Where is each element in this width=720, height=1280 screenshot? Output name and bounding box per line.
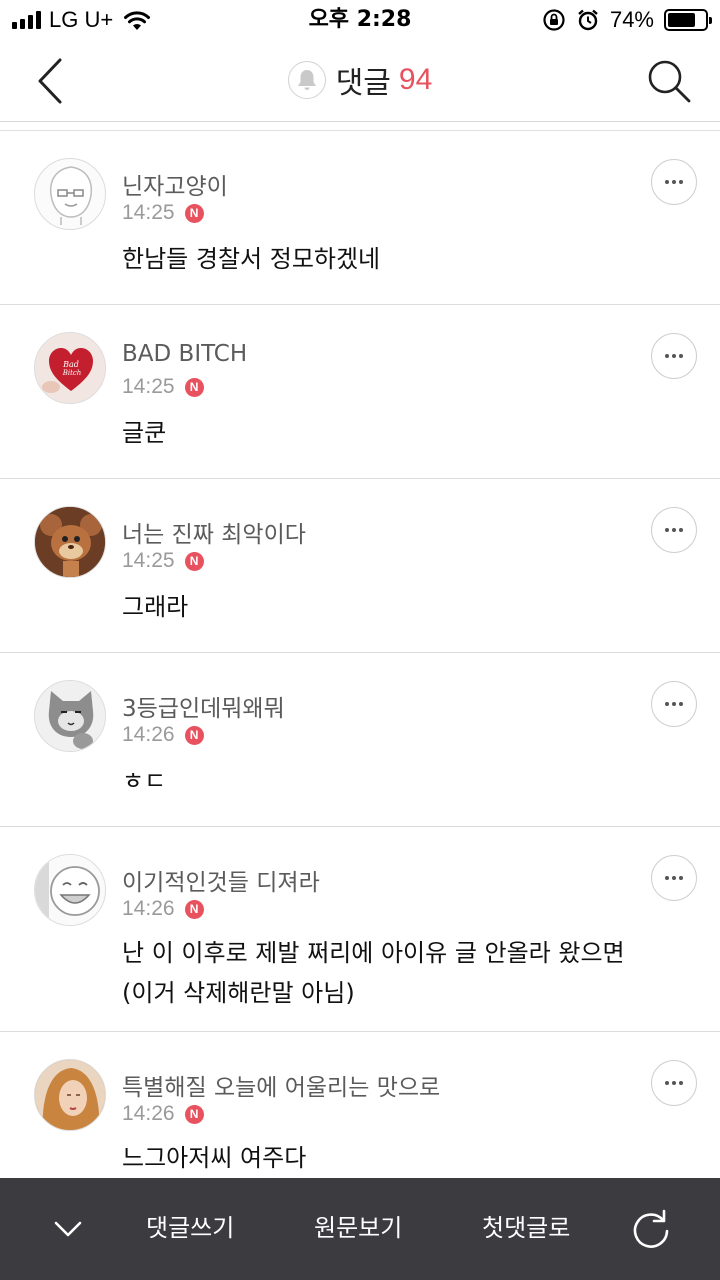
comment-meta: 14:26 N [122, 1102, 204, 1126]
comment-meta: 14:26 N [122, 723, 204, 747]
comment-meta: 14:25 N [122, 201, 204, 225]
comment-nickname[interactable]: 닌자고양이 [122, 167, 228, 201]
header-title-group: 댓글 94 [0, 58, 720, 102]
more-options-icon[interactable] [651, 507, 697, 553]
avatar[interactable] [34, 680, 106, 752]
comment-nickname[interactable]: 너는 진짜 최악이다 [122, 515, 306, 549]
comment-item: 3등급인데뭐왜뭐 14:26 N ㅎㄷ [0, 653, 720, 827]
search-icon[interactable] [646, 58, 692, 104]
notification-toggle[interactable] [287, 61, 326, 99]
heart-avatar-icon: Bad Bitch [35, 333, 105, 403]
comment-time: 14:25 [122, 549, 175, 572]
comment-meta: 14:26 N [122, 897, 204, 921]
comment-text: 글쿤 [122, 419, 167, 447]
battery-icon [664, 9, 712, 31]
more-options-icon[interactable] [651, 159, 697, 205]
bell-icon [297, 70, 316, 90]
comment-item: 특별해질 오늘에 어울리는 맛으로 14:26 N 느그아저씨 여주다 [0, 1032, 720, 1192]
status-bar: LG U+ 오후 2:28 74% [0, 0, 720, 40]
battery-level-fill [668, 13, 695, 27]
cartoon-mouse-avatar-icon [35, 507, 105, 577]
svg-text:Bitch: Bitch [62, 369, 82, 377]
comment-text: 느그아저씨 여주다 [122, 1144, 307, 1172]
avatar[interactable] [34, 158, 106, 230]
comment-time: 14:25 [122, 375, 175, 398]
comment-meta: 14:25 N [122, 549, 204, 573]
avatar[interactable] [34, 854, 106, 926]
comment-time: 14:26 [122, 723, 175, 746]
page-title: 댓글 [335, 66, 391, 101]
grey-cat-avatar-icon [35, 681, 105, 751]
more-options-icon[interactable] [651, 1060, 697, 1106]
comment-text-line: (이거 삭제해란말 아님) [122, 979, 355, 1007]
comment-text: 난 이 이후로 제발 쩌리에 아이유 글 안올라 왔으면 (이거 삭제해란말 아… [122, 933, 682, 1013]
avatar[interactable] [34, 506, 106, 578]
svg-text:Bad: Bad [62, 360, 79, 369]
new-badge: N [184, 203, 204, 223]
new-badge: N [184, 1104, 204, 1124]
new-badge: N [184, 725, 204, 745]
comment-nickname[interactable]: 3등급인데뭐왜뭐 [122, 689, 285, 723]
comment-text: 그래라 [122, 593, 189, 621]
comment-item: Bad Bitch BAD BITCH 14:25 N 글쿤 [0, 305, 720, 479]
comment-count: 94 [398, 63, 433, 96]
comments-header: 댓글 94 [0, 40, 720, 122]
comment-list: 닌자고양이 14:25 N 한남들 경찰서 정모하겠네 Bad Bitch BA… [0, 131, 720, 1192]
laughing-face-avatar-icon [35, 855, 105, 925]
more-options-icon[interactable] [651, 333, 697, 379]
comment-time: 14:26 [122, 1102, 175, 1125]
comment-nickname[interactable]: 특별해질 오늘에 어울리는 맛으로 [122, 1068, 440, 1102]
first-comment-button[interactable]: 첫댓글로 [482, 1208, 570, 1248]
comment-item: 이기적인것들 디져라 14:26 N 난 이 이후로 제발 쩌리에 아이유 글 … [0, 827, 720, 1032]
new-badge: N [184, 899, 204, 919]
peach-character-avatar-icon [49, 166, 93, 225]
bottom-toolbar: 댓글쓰기 원문보기 첫댓글로 [0, 1178, 720, 1280]
battery-percent: 74% [609, 7, 654, 32]
refresh-icon[interactable] [630, 1208, 672, 1250]
comment-nickname[interactable]: BAD BITCH [122, 341, 247, 367]
comment-time: 14:25 [122, 201, 175, 224]
alarm-icon [578, 9, 598, 31]
comment-item: 닌자고양이 14:25 N 한남들 경찰서 정모하겠네 [0, 131, 720, 305]
comment-item: 너는 진짜 최악이다 14:25 N 그래라 [0, 479, 720, 653]
status-right: 74% [542, 6, 712, 34]
chevron-down-icon[interactable] [52, 1214, 84, 1244]
more-options-icon[interactable] [651, 681, 697, 727]
comment-text-line: 난 이 이후로 제발 쩌리에 아이유 글 안올라 왔으면 [122, 939, 625, 967]
more-options-icon[interactable] [651, 855, 697, 901]
comment-nickname[interactable]: 이기적인것들 디져라 [122, 863, 320, 897]
avatar[interactable]: Bad Bitch [34, 332, 106, 404]
new-badge: N [184, 551, 204, 571]
new-badge: N [184, 377, 204, 397]
rotation-lock-icon [543, 9, 565, 31]
view-original-button[interactable]: 원문보기 [314, 1208, 402, 1248]
portrait-avatar-icon [35, 1060, 105, 1130]
avatar[interactable] [34, 1059, 106, 1131]
comment-text: ㅎㄷ [122, 767, 167, 795]
comment-time: 14:26 [122, 897, 175, 920]
comment-text: 한남들 경찰서 정모하겠네 [122, 245, 381, 273]
comment-meta: 14:25 N [122, 375, 204, 399]
write-comment-button[interactable]: 댓글쓰기 [146, 1208, 234, 1248]
